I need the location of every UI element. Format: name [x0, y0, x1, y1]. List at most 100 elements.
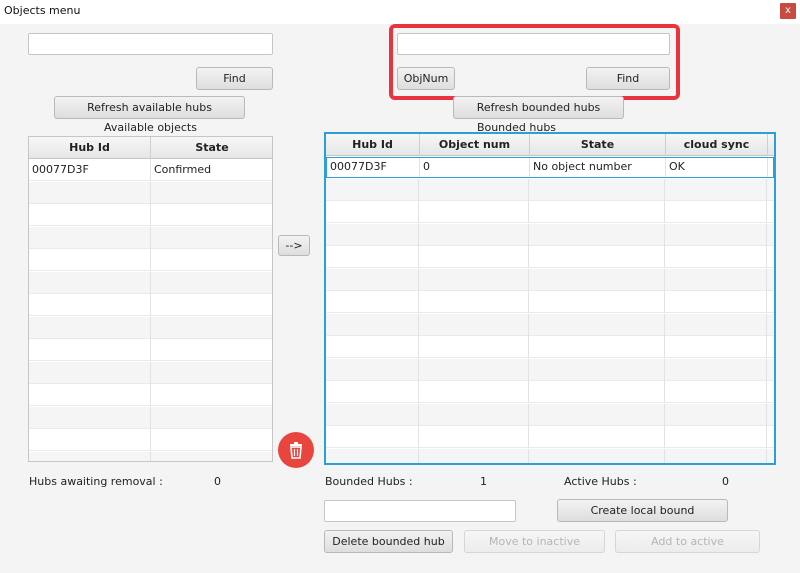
- empty-table-row: [29, 294, 272, 316]
- available-search-input[interactable]: [28, 33, 273, 55]
- empty-cell: [529, 178, 665, 201]
- column-header-object-num[interactable]: Object num: [420, 134, 530, 156]
- active-hubs-label: Active Hubs :: [564, 475, 637, 488]
- bound-input[interactable]: [324, 500, 516, 522]
- empty-cell: [326, 313, 419, 336]
- empty-cell: [665, 426, 767, 448]
- empty-cell: [665, 336, 767, 358]
- empty-table-row: [326, 201, 774, 223]
- empty-cell: [326, 201, 419, 223]
- empty-cell: [29, 181, 151, 204]
- table-header: Hub Id State: [29, 137, 272, 159]
- column-header-cloud-sync[interactable]: cloud sync: [666, 134, 768, 156]
- cell-state: No object number: [530, 158, 666, 177]
- delete-bounded-hub-button[interactable]: Delete bounded hub: [324, 530, 453, 553]
- window-title: Objects menu: [4, 4, 81, 17]
- empty-cell: [665, 448, 767, 463]
- empty-cell: [326, 403, 419, 426]
- empty-cell: [419, 291, 529, 313]
- empty-table-row: [326, 403, 774, 426]
- empty-cell: [665, 201, 767, 223]
- column-header-state[interactable]: State: [530, 134, 666, 156]
- empty-cell: [529, 381, 665, 403]
- empty-cell: [326, 223, 419, 246]
- empty-cell: [419, 426, 529, 448]
- empty-cell: [29, 384, 151, 406]
- empty-cell: [326, 291, 419, 313]
- empty-table-row: [326, 223, 774, 246]
- empty-cell: [529, 448, 665, 463]
- empty-cell: [419, 403, 529, 426]
- empty-cell: [29, 204, 151, 226]
- available-objects-caption: Available objects: [104, 121, 197, 134]
- table-row[interactable]: 00077D3F 0 No object number OK: [326, 157, 774, 178]
- refresh-bounded-hubs-button[interactable]: Refresh bounded hubs: [453, 96, 624, 119]
- empty-table-row: [326, 358, 774, 381]
- empty-table-row: [326, 381, 774, 403]
- hubs-awaiting-removal-label: Hubs awaiting removal :: [29, 475, 163, 488]
- available-find-button[interactable]: Find: [196, 67, 273, 90]
- table-header: Hub Id Object num State cloud sync: [326, 134, 774, 156]
- empty-cell: [419, 178, 529, 201]
- empty-cell: [326, 178, 419, 201]
- bounded-hubs-table[interactable]: Hub Id Object num State cloud sync 00077…: [324, 132, 776, 465]
- empty-cell: [665, 178, 767, 201]
- refresh-available-hubs-button[interactable]: Refresh available hubs: [54, 96, 245, 119]
- add-to-active-button[interactable]: Add to active: [615, 530, 760, 553]
- empty-cell: [665, 358, 767, 381]
- empty-cell: [665, 246, 767, 268]
- table-row[interactable]: 00077D3F Confirmed: [29, 159, 272, 181]
- empty-cell: [419, 381, 529, 403]
- empty-cell: [326, 336, 419, 358]
- empty-cell: [529, 246, 665, 268]
- empty-cell: [326, 246, 419, 268]
- cell-object-num: 0: [420, 158, 530, 177]
- empty-cell: [326, 448, 419, 463]
- empty-table-row: [29, 271, 272, 294]
- move-to-bounded-button[interactable]: -->: [278, 235, 310, 256]
- empty-cell: [665, 313, 767, 336]
- empty-cell: [29, 271, 151, 294]
- empty-cell: [529, 223, 665, 246]
- empty-cell: [665, 381, 767, 403]
- empty-cell: [529, 336, 665, 358]
- empty-table-row: [29, 451, 272, 461]
- empty-table-row: [326, 448, 774, 463]
- empty-table-row: [29, 249, 272, 271]
- empty-table-row: [29, 226, 272, 249]
- empty-cell: [29, 339, 151, 361]
- empty-table-row: [29, 406, 272, 429]
- empty-cell: [29, 361, 151, 384]
- empty-cell: [326, 426, 419, 448]
- cell-hub-id: 00077D3F: [327, 158, 420, 177]
- empty-cell: [529, 426, 665, 448]
- hubs-awaiting-removal-count: 0: [214, 475, 221, 488]
- empty-cell: [29, 249, 151, 271]
- column-header-hub-id[interactable]: Hub Id: [29, 137, 151, 159]
- empty-cell: [665, 403, 767, 426]
- empty-table-row: [29, 361, 272, 384]
- empty-table-row: [29, 316, 272, 339]
- empty-cell: [326, 358, 419, 381]
- empty-cell: [529, 268, 665, 291]
- trash-icon[interactable]: [278, 432, 314, 468]
- create-local-bound-button[interactable]: Create local bound: [557, 499, 728, 522]
- available-objects-table[interactable]: Hub Id State 00077D3F Confirmed: [28, 136, 273, 462]
- empty-table-row: [29, 339, 272, 361]
- empty-table-row: [326, 426, 774, 448]
- empty-cell: [419, 268, 529, 291]
- empty-table-row: [326, 268, 774, 291]
- empty-cell: [665, 291, 767, 313]
- column-header-state[interactable]: State: [151, 137, 272, 159]
- empty-cell: [529, 403, 665, 426]
- close-icon[interactable]: x: [780, 3, 796, 19]
- move-to-inactive-button[interactable]: Move to inactive: [464, 530, 605, 553]
- empty-cell: [665, 223, 767, 246]
- empty-cell: [419, 336, 529, 358]
- empty-cell: [419, 223, 529, 246]
- empty-table-row: [326, 291, 774, 313]
- empty-cell: [665, 268, 767, 291]
- column-header-hub-id[interactable]: Hub Id: [326, 134, 420, 156]
- empty-cell: [529, 313, 665, 336]
- empty-cell: [529, 201, 665, 223]
